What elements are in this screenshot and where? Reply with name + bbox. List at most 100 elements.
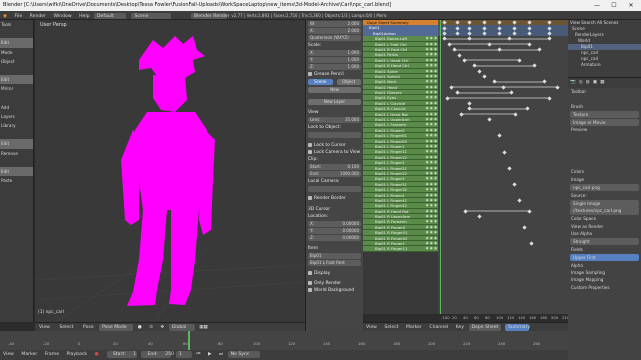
keyframe-diamond[interactable]	[477, 214, 482, 219]
keyframe-diamond[interactable]	[513, 112, 518, 117]
tool-shelf-row[interactable]	[0, 158, 33, 167]
only-render-toggle[interactable]: Only Render	[306, 280, 363, 287]
summary-keyframe[interactable]	[527, 25, 532, 31]
keyframe-diamond[interactable]	[509, 90, 514, 95]
properties-row[interactable]: Image Sampling	[568, 269, 641, 276]
summary-keyframe[interactable]	[482, 31, 487, 36]
layout-select[interactable]: Default	[94, 13, 127, 19]
grease-pencil-header[interactable]: Grease Pencil	[306, 71, 363, 78]
summary-keyframe[interactable]	[467, 31, 472, 36]
summary-keyframe[interactable]	[455, 31, 460, 36]
tool-shelf-row[interactable]	[0, 268, 33, 277]
tool-shelf-row[interactable]	[0, 241, 33, 250]
local-camera-field[interactable]	[308, 186, 361, 192]
3d-cursor-header[interactable]: 3D Cursor	[306, 206, 363, 213]
properties-row[interactable]: Colors	[568, 168, 641, 175]
tool-shelf-row[interactable]	[0, 130, 33, 139]
summary-keyframe[interactable]	[442, 31, 447, 36]
lock-cursor-toggle[interactable]: Lock to Cursor	[306, 142, 363, 149]
keyframe-diamond[interactable]	[449, 85, 454, 90]
keyframe-diamond[interactable]	[477, 69, 482, 74]
summary-keyframe[interactable]	[455, 20, 460, 25]
keyframe-diamond[interactable]	[502, 149, 507, 155]
properties-row[interactable]: //textures/npc_carl.png	[570, 207, 639, 215]
item-name-field[interactable]: Bip01	[308, 253, 361, 259]
summary-keyframe[interactable]	[467, 20, 472, 25]
rot-w-field[interactable]: W: 2.000	[308, 21, 361, 27]
scale-z-field[interactable]: Z: 1.000	[308, 64, 361, 70]
keyframe-diamond[interactable]	[457, 52, 462, 58]
tool-shelf-row[interactable]	[0, 213, 33, 222]
tool-shelf-row[interactable]	[0, 222, 33, 231]
summary-keyframe[interactable]	[512, 31, 517, 36]
properties-row[interactable]: Texture	[570, 110, 639, 119]
tool-shelf-row[interactable]: Library	[0, 121, 33, 130]
keyframe-diamond[interactable]	[462, 58, 467, 63]
world-tab-icon[interactable]: ◍	[586, 80, 590, 86]
tl-frame-menu[interactable]: Frame	[42, 352, 62, 357]
scale-x-field[interactable]: X: 1.000	[308, 50, 361, 56]
clip-end-field[interactable]: End: 1000.000	[308, 171, 361, 177]
summary-keyframe[interactable]	[482, 20, 487, 25]
properties-row[interactable]: Toolbar	[568, 88, 641, 95]
keyframe-area[interactable]	[438, 20, 568, 322]
layers-icon[interactable]: ▦▦	[196, 325, 211, 330]
keyframe-diamond[interactable]	[497, 47, 502, 52]
scene-select[interactable]: Scene	[131, 13, 172, 19]
summary-keyframe[interactable]	[547, 25, 552, 31]
mode-select[interactable]: Pose Mode	[99, 324, 134, 331]
pose-menu[interactable]: Pose	[79, 325, 98, 330]
end-frame-field[interactable]: End: 250	[141, 351, 174, 358]
tool-shelf-row[interactable]	[0, 204, 33, 213]
summary-keyframe[interactable]	[547, 31, 552, 36]
gp-checkbox[interactable]	[308, 71, 312, 76]
tool-shelf-row[interactable]: Mode	[0, 48, 33, 57]
close-button[interactable]: ✕	[623, 0, 639, 11]
rotation-mode-select[interactable]: Quaternion (WXYZ)	[308, 35, 361, 41]
properties-row[interactable]	[568, 95, 641, 102]
tool-shelf-row[interactable]: Add	[0, 103, 33, 112]
blender-logo-icon[interactable]: ◉	[0, 14, 10, 19]
channel-row[interactable]: Bip01 R Finger11 ◉ ◉ ◉	[363, 246, 438, 252]
summary-keyframe[interactable]	[512, 20, 517, 25]
outliner-item[interactable]: Armature	[568, 62, 641, 68]
keyframe-diamond[interactable]	[542, 79, 547, 85]
manipulator-icon[interactable]: ✥	[157, 325, 167, 330]
summary-keyframe[interactable]	[497, 25, 502, 31]
keyframe-diamond[interactable]	[529, 241, 534, 246]
gp-object-tab[interactable]: Object	[336, 79, 361, 85]
properties-row[interactable]: Straight	[570, 237, 639, 246]
properties-row[interactable]: Use Alpha	[568, 230, 641, 237]
lock-camera-toggle[interactable]: Lock Camera to View	[306, 149, 363, 156]
keyframe-diamond[interactable]	[455, 90, 460, 95]
keyframe-diamond[interactable]	[492, 79, 497, 85]
keyframe-diamond[interactable]	[507, 166, 512, 171]
properties-row[interactable]: Brush	[568, 103, 641, 110]
tool-shelf-row[interactable]	[0, 286, 33, 295]
record-icon[interactable]: ●	[91, 352, 101, 357]
dope-sheet-frame-ruler[interactable]: -10020406080100120140160180200220	[363, 314, 568, 322]
properties-row[interactable]: npc_carl.png	[570, 183, 639, 192]
keyframe-diamond[interactable]	[467, 101, 472, 106]
properties-row[interactable]: Upper First	[570, 253, 639, 262]
jump-end-icon[interactable]: ⏭	[216, 352, 226, 357]
texture-tab-icon[interactable]: ▦	[600, 80, 604, 86]
dope-sheet-editor[interactable]: Dope Sheet Summary Bip01 Bip01Action Bip…	[363, 20, 568, 322]
keyframe-diamond[interactable]	[472, 63, 477, 68]
tool-shelf-row[interactable]	[0, 277, 33, 286]
ds-select-menu[interactable]: Select	[381, 325, 401, 330]
gp-scene-tab[interactable]: Scene	[308, 79, 333, 85]
keyframe-diamond[interactable]	[487, 117, 492, 122]
properties-row[interactable]: View as Render	[568, 223, 641, 230]
view-menu[interactable]: View	[35, 325, 54, 330]
keyframe-diamond[interactable]	[442, 36, 447, 41]
3d-viewport[interactable]	[35, 20, 305, 322]
render-engine-select[interactable]: Blender Render	[190, 13, 230, 19]
scene-tab-icon[interactable]: ◎	[579, 80, 583, 86]
tool-shelf-row[interactable]	[0, 94, 33, 103]
orientation-select[interactable]: Global	[168, 324, 195, 331]
tool-shelf-row[interactable]: Tools	[0, 20, 33, 29]
cursor-x-field[interactable]: X: 0.00000	[308, 221, 361, 227]
ds-channel-menu[interactable]: Channel	[426, 325, 451, 330]
summary-keyframe[interactable]	[527, 31, 532, 36]
